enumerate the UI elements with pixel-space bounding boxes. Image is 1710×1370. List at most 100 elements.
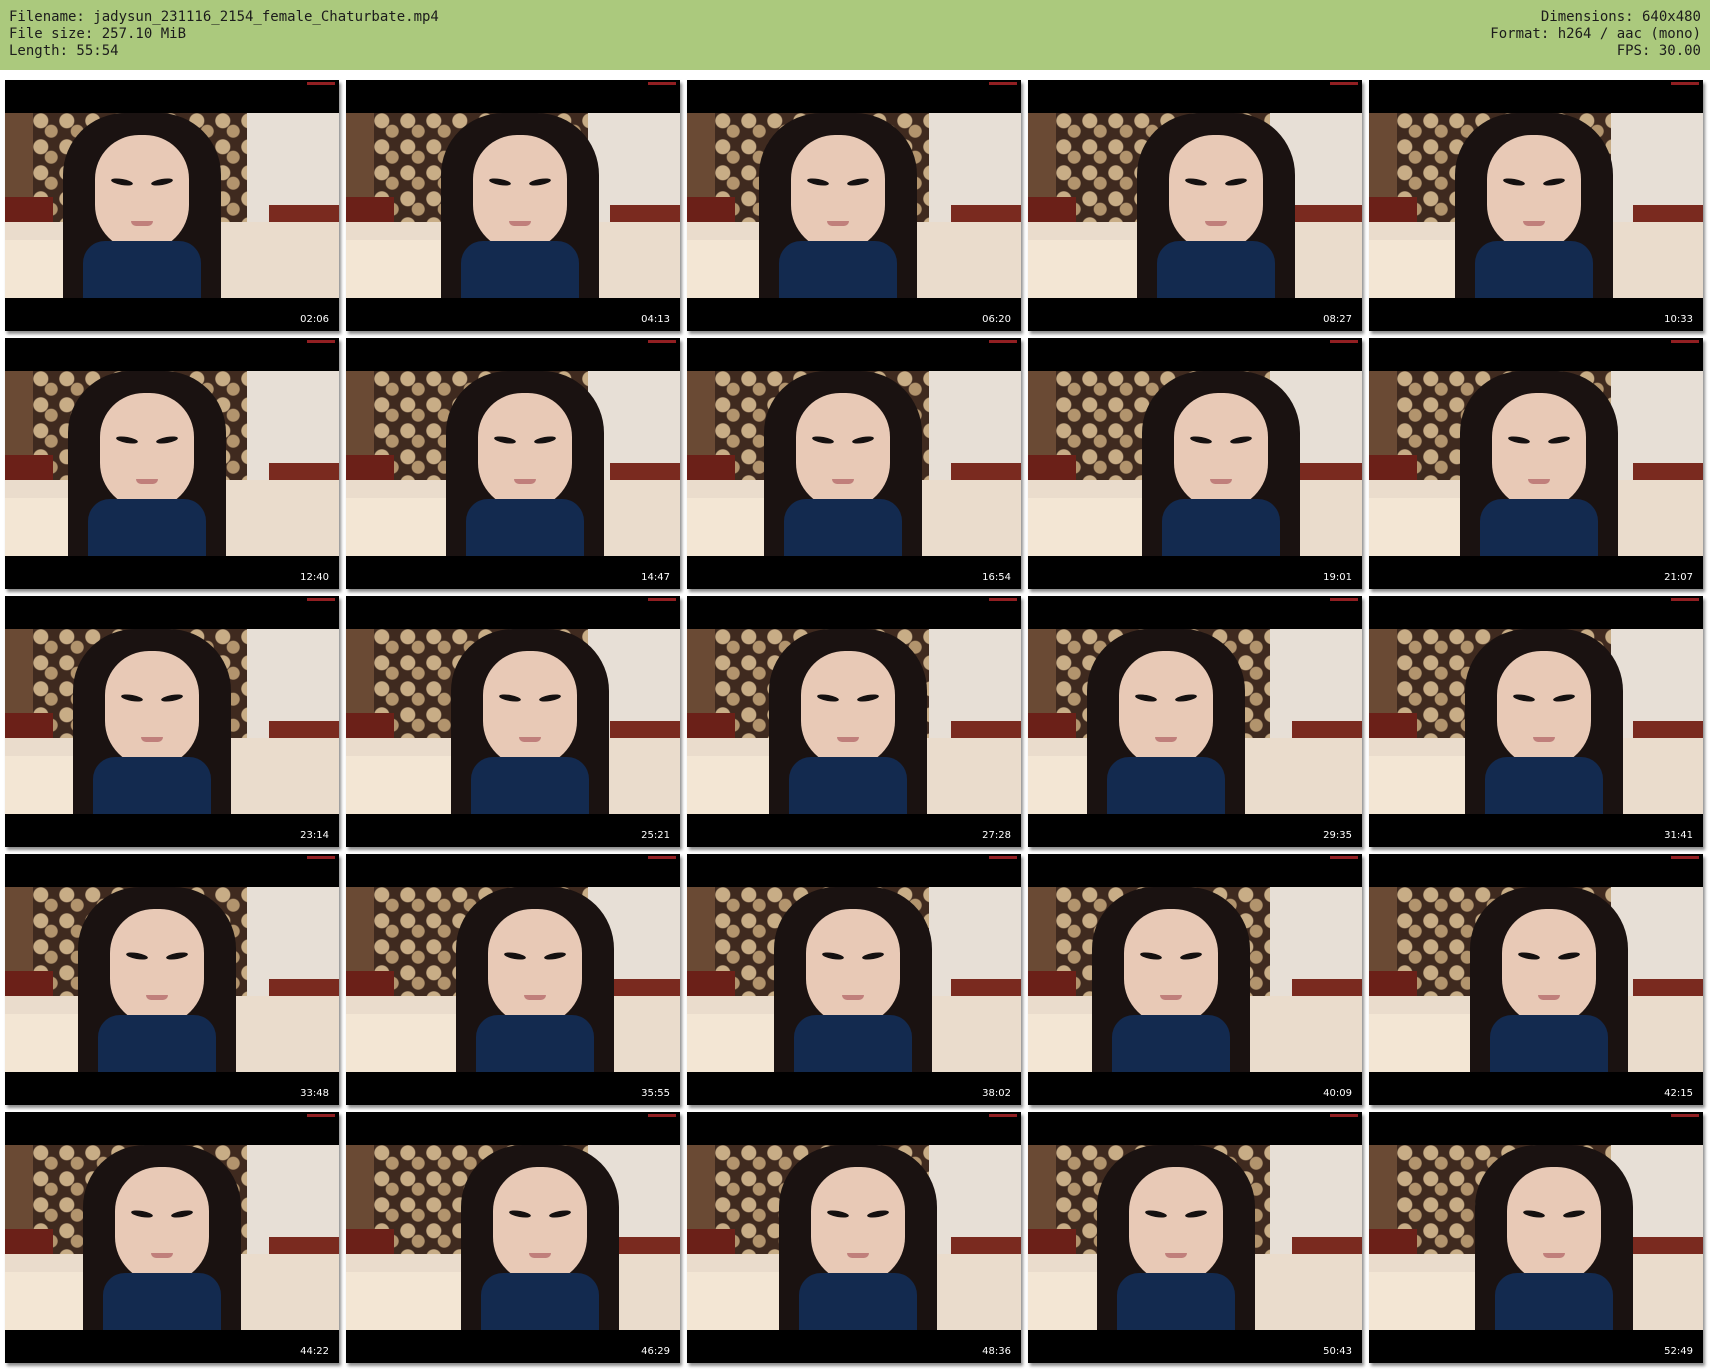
thumbnail-timestamp: 25:21 xyxy=(641,830,670,841)
dimensions-line: Dimensions: 640x480 xyxy=(1540,9,1701,25)
mouth xyxy=(1528,479,1550,484)
thumbnail-timestamp: 16:54 xyxy=(982,572,1011,583)
person-face xyxy=(1129,1167,1223,1283)
pillow xyxy=(1369,1272,1489,1330)
person-face xyxy=(796,393,890,509)
thumbnail[interactable]: 40:09 xyxy=(1028,854,1362,1105)
video-info: Dimensions: 640x480 Format: h264 / aac (… xyxy=(1490,9,1701,60)
person-top xyxy=(794,1015,912,1072)
watermark xyxy=(307,856,335,859)
person-top xyxy=(476,1015,594,1072)
mouth xyxy=(131,221,153,226)
thumbnail-timestamp: 21:07 xyxy=(1664,572,1693,583)
thumbnail[interactable]: 44:22 xyxy=(5,1112,339,1363)
person-face xyxy=(483,651,577,767)
person-face xyxy=(1124,909,1218,1025)
thumbnail[interactable]: 52:49 xyxy=(1369,1112,1703,1363)
person-face xyxy=(801,651,895,767)
person-face xyxy=(1487,135,1581,251)
person-top xyxy=(461,241,579,298)
thumbnail[interactable]: 06:20 xyxy=(687,80,1021,331)
contact-sheet-header: Filename: jadysun_231116_2154_female_Cha… xyxy=(0,0,1710,70)
watermark xyxy=(307,598,335,601)
mouth xyxy=(519,737,541,742)
video-frame xyxy=(346,887,680,1072)
video-frame xyxy=(1369,371,1703,556)
thumbnail[interactable]: 29:35 xyxy=(1028,596,1362,847)
thumbnail[interactable]: 50:43 xyxy=(1028,1112,1362,1363)
thumbnail-grid: 02:06 04:13 06:20 08:27 10:33 12:40 14:4… xyxy=(0,70,1710,1370)
person-face xyxy=(1119,651,1213,767)
thumbnail[interactable]: 42:15 xyxy=(1369,854,1703,1105)
thumbnail[interactable]: 38:02 xyxy=(687,854,1021,1105)
video-frame xyxy=(1028,371,1362,556)
mouth xyxy=(832,479,854,484)
video-frame xyxy=(5,1145,339,1330)
watermark xyxy=(1330,340,1358,343)
person-face xyxy=(473,135,567,251)
watermark xyxy=(307,340,335,343)
person-face xyxy=(110,909,204,1025)
thumbnail[interactable]: 25:21 xyxy=(346,596,680,847)
filename-line: Filename: jadysun_231116_2154_female_Cha… xyxy=(9,9,439,25)
video-frame xyxy=(687,887,1021,1072)
thumbnail-timestamp: 50:43 xyxy=(1323,1346,1352,1357)
person-top xyxy=(83,241,201,298)
person-face xyxy=(1174,393,1268,509)
filesize-line: File size: 257.10 MiB xyxy=(9,26,187,42)
thumbnail[interactable]: 31:41 xyxy=(1369,596,1703,847)
person-face xyxy=(1169,135,1263,251)
mouth xyxy=(837,737,859,742)
mouth xyxy=(1538,995,1560,1000)
person-top xyxy=(466,499,584,556)
watermark xyxy=(1330,1114,1358,1117)
person-face xyxy=(478,393,572,509)
thumbnail-timestamp: 42:15 xyxy=(1664,1088,1693,1099)
watermark xyxy=(1671,82,1699,85)
mouth xyxy=(136,479,158,484)
thumbnail[interactable]: 27:28 xyxy=(687,596,1021,847)
thumbnail[interactable]: 14:47 xyxy=(346,338,680,589)
thumbnail[interactable]: 04:13 xyxy=(346,80,680,331)
mouth xyxy=(827,221,849,226)
person-top xyxy=(1117,1273,1235,1330)
thumbnail[interactable]: 08:27 xyxy=(1028,80,1362,331)
watermark xyxy=(307,82,335,85)
thumbnail[interactable]: 33:48 xyxy=(5,854,339,1105)
thumbnail[interactable]: 35:55 xyxy=(346,854,680,1105)
fps-line: FPS: 30.00 xyxy=(1616,43,1701,59)
person-face xyxy=(791,135,885,251)
thumbnail-timestamp: 14:47 xyxy=(641,572,670,583)
mouth xyxy=(141,737,163,742)
person-face xyxy=(105,651,199,767)
watermark xyxy=(1671,1114,1699,1117)
thumbnail-timestamp: 12:40 xyxy=(300,572,329,583)
thumbnail[interactable]: 10:33 xyxy=(1369,80,1703,331)
thumbnail[interactable]: 16:54 xyxy=(687,338,1021,589)
video-frame xyxy=(346,371,680,556)
mouth xyxy=(151,1253,173,1258)
video-frame xyxy=(687,1145,1021,1330)
video-frame xyxy=(5,371,339,556)
watermark xyxy=(648,1114,676,1117)
person-face xyxy=(1507,1167,1601,1283)
watermark xyxy=(307,1114,335,1117)
video-frame xyxy=(1028,113,1362,298)
thumbnail-timestamp: 04:13 xyxy=(641,314,670,325)
video-frame xyxy=(346,629,680,814)
thumbnail[interactable]: 21:07 xyxy=(1369,338,1703,589)
person-top xyxy=(1480,499,1598,556)
thumbnail[interactable]: 12:40 xyxy=(5,338,339,589)
file-info: Filename: jadysun_231116_2154_female_Cha… xyxy=(9,9,439,60)
thumbnail[interactable]: 46:29 xyxy=(346,1112,680,1363)
mouth xyxy=(1205,221,1227,226)
thumbnail[interactable]: 23:14 xyxy=(5,596,339,847)
thumbnail-timestamp: 31:41 xyxy=(1664,830,1693,841)
thumbnail[interactable]: 02:06 xyxy=(5,80,339,331)
mouth xyxy=(1165,1253,1187,1258)
person-face xyxy=(1497,651,1591,767)
thumbnail-timestamp: 29:35 xyxy=(1323,830,1352,841)
thumbnail[interactable]: 48:36 xyxy=(687,1112,1021,1363)
thumbnail-timestamp: 33:48 xyxy=(300,1088,329,1099)
thumbnail[interactable]: 19:01 xyxy=(1028,338,1362,589)
